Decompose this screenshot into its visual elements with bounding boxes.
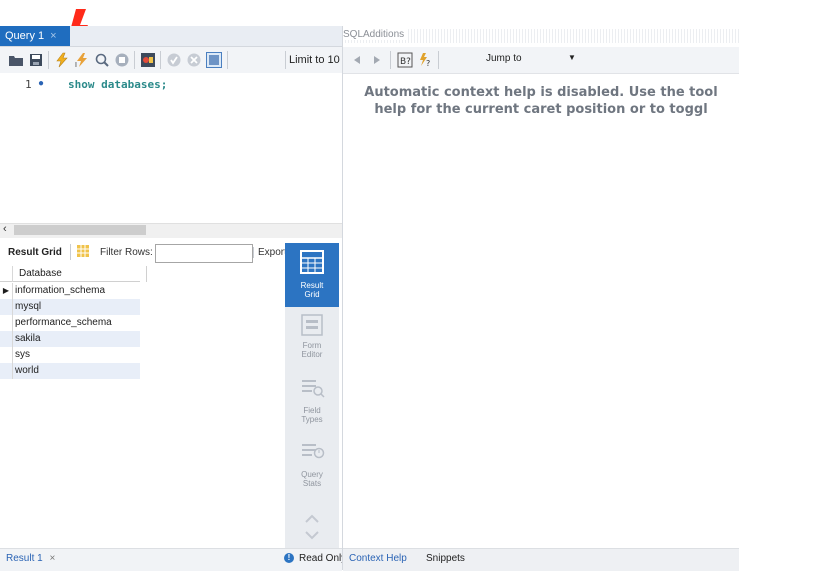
- close-result-icon[interactable]: ×: [49, 553, 55, 564]
- explain-icon[interactable]: [94, 52, 110, 68]
- query-stats-icon: [302, 444, 325, 459]
- form-editor-mode-button[interactable]: Form Editor: [285, 310, 339, 370]
- tab-label: Query 1: [5, 30, 45, 42]
- help-line-1: Automatic context help is disabled. Use …: [364, 85, 718, 100]
- filter-rows-input[interactable]: [155, 244, 253, 263]
- row-selector[interactable]: [0, 299, 13, 315]
- code-line[interactable]: show databases;: [68, 78, 167, 91]
- filter-rows-label: Filter Rows:: [100, 247, 153, 258]
- stop-icon[interactable]: [114, 52, 130, 68]
- export-button[interactable]: Export: [253, 247, 288, 258]
- scroll-left-icon[interactable]: ‹: [3, 223, 7, 235]
- read-only-status: Read Only: [299, 553, 347, 564]
- svg-text:?: ?: [426, 59, 430, 68]
- tab-result-1[interactable]: Result 1 ×: [6, 553, 55, 564]
- query-stats-mode-button[interactable]: Query Stats: [285, 437, 339, 497]
- result-grid-mode-button[interactable]: Result Grid: [285, 243, 339, 307]
- svg-text:B?: B?: [400, 57, 411, 67]
- context-help-message: Automatic context help is disabled. Use …: [343, 84, 739, 118]
- mode-scroll-buttons[interactable]: [304, 512, 320, 542]
- table-cell[interactable]: performance_schema: [13, 315, 142, 331]
- statement-marker-icon: ●: [38, 78, 45, 89]
- info-icon: !: [284, 553, 294, 563]
- row-selector[interactable]: [0, 347, 13, 363]
- table-row[interactable]: performance_schema: [0, 315, 140, 331]
- toolbar-separator: [48, 51, 49, 69]
- mode-label: Query Stats: [301, 470, 323, 488]
- save-icon[interactable]: [28, 52, 44, 68]
- row-selector[interactable]: [0, 363, 13, 379]
- chevron-down-icon: ▼: [568, 53, 576, 62]
- result-tab-label: Result 1: [6, 553, 43, 564]
- chevron-up-down-icon: [305, 514, 319, 540]
- sql-additions-header: SQLAdditions: [343, 29, 739, 43]
- table-cell[interactable]: sys: [13, 347, 142, 363]
- mode-label: Field Types: [301, 406, 323, 424]
- row-selector[interactable]: [0, 315, 13, 331]
- limit-rows-select[interactable]: Limit to 10: [285, 51, 342, 69]
- toolbar-separator: [160, 51, 161, 69]
- tab-query-1[interactable]: Query 1 ×: [0, 26, 70, 46]
- table-row[interactable]: sys: [0, 347, 140, 363]
- tab-snippets[interactable]: Snippets: [426, 553, 465, 564]
- close-tab-icon[interactable]: ×: [50, 30, 56, 42]
- manual-help-icon[interactable]: B?: [397, 52, 413, 68]
- table-cell[interactable]: information_schema: [13, 283, 142, 299]
- toggle-result-icon[interactable]: [140, 52, 156, 68]
- back-arrow-icon[interactable]: [352, 55, 362, 65]
- toolbar-separator: [438, 51, 439, 69]
- autocommit-icon[interactable]: [206, 52, 222, 68]
- jump-to-label: Jump to: [486, 53, 522, 64]
- table-row[interactable]: ▶ information_schema: [0, 283, 140, 299]
- column-header-database[interactable]: Database: [13, 266, 147, 282]
- table-row[interactable]: sakila: [0, 331, 140, 347]
- forward-arrow-icon[interactable]: [372, 55, 382, 65]
- toolbar-separator: [390, 51, 391, 69]
- row-selector-header: [0, 266, 13, 282]
- table-row[interactable]: world: [0, 363, 140, 379]
- open-folder-icon[interactable]: [8, 52, 24, 68]
- scrollbar-thumb[interactable]: [14, 225, 146, 235]
- mode-label: Result Grid: [300, 281, 324, 299]
- execute-current-icon[interactable]: I: [74, 52, 90, 68]
- sql-editor[interactable]: [0, 73, 342, 223]
- grid-view-icon[interactable]: [77, 245, 89, 257]
- rollback-icon[interactable]: [186, 52, 202, 68]
- svg-text:I: I: [75, 62, 77, 68]
- jump-to-select[interactable]: Jump to ▼: [486, 53, 578, 67]
- field-types-icon: [302, 380, 325, 398]
- form-editor-icon: [301, 314, 323, 336]
- table-row[interactable]: mysql: [0, 299, 140, 315]
- sql-additions-title: SQLAdditions: [343, 29, 408, 40]
- grid-header-row: Database: [0, 266, 147, 282]
- help-line-2: help for the current caret position or t…: [374, 102, 708, 117]
- toolbar-separator: [70, 244, 71, 260]
- line-number: 1: [25, 78, 32, 91]
- tab-context-help[interactable]: Context Help: [349, 553, 407, 564]
- table-cell[interactable]: mysql: [13, 299, 142, 315]
- result-grid-icon: [300, 250, 324, 274]
- toolbar-separator: [227, 51, 228, 69]
- table-cell[interactable]: sakila: [13, 331, 142, 347]
- execute-icon[interactable]: [54, 52, 70, 68]
- auto-help-icon[interactable]: ?: [418, 52, 434, 68]
- toolbar-separator: [134, 51, 135, 69]
- row-selector[interactable]: [0, 331, 13, 347]
- field-types-mode-button[interactable]: Field Types: [285, 373, 339, 433]
- result-grid-label: Result Grid: [8, 247, 62, 258]
- row-selector-current-icon[interactable]: ▶: [0, 283, 13, 299]
- mode-label: Form Editor: [301, 341, 323, 359]
- commit-icon[interactable]: [166, 52, 182, 68]
- table-cell[interactable]: world: [13, 363, 142, 379]
